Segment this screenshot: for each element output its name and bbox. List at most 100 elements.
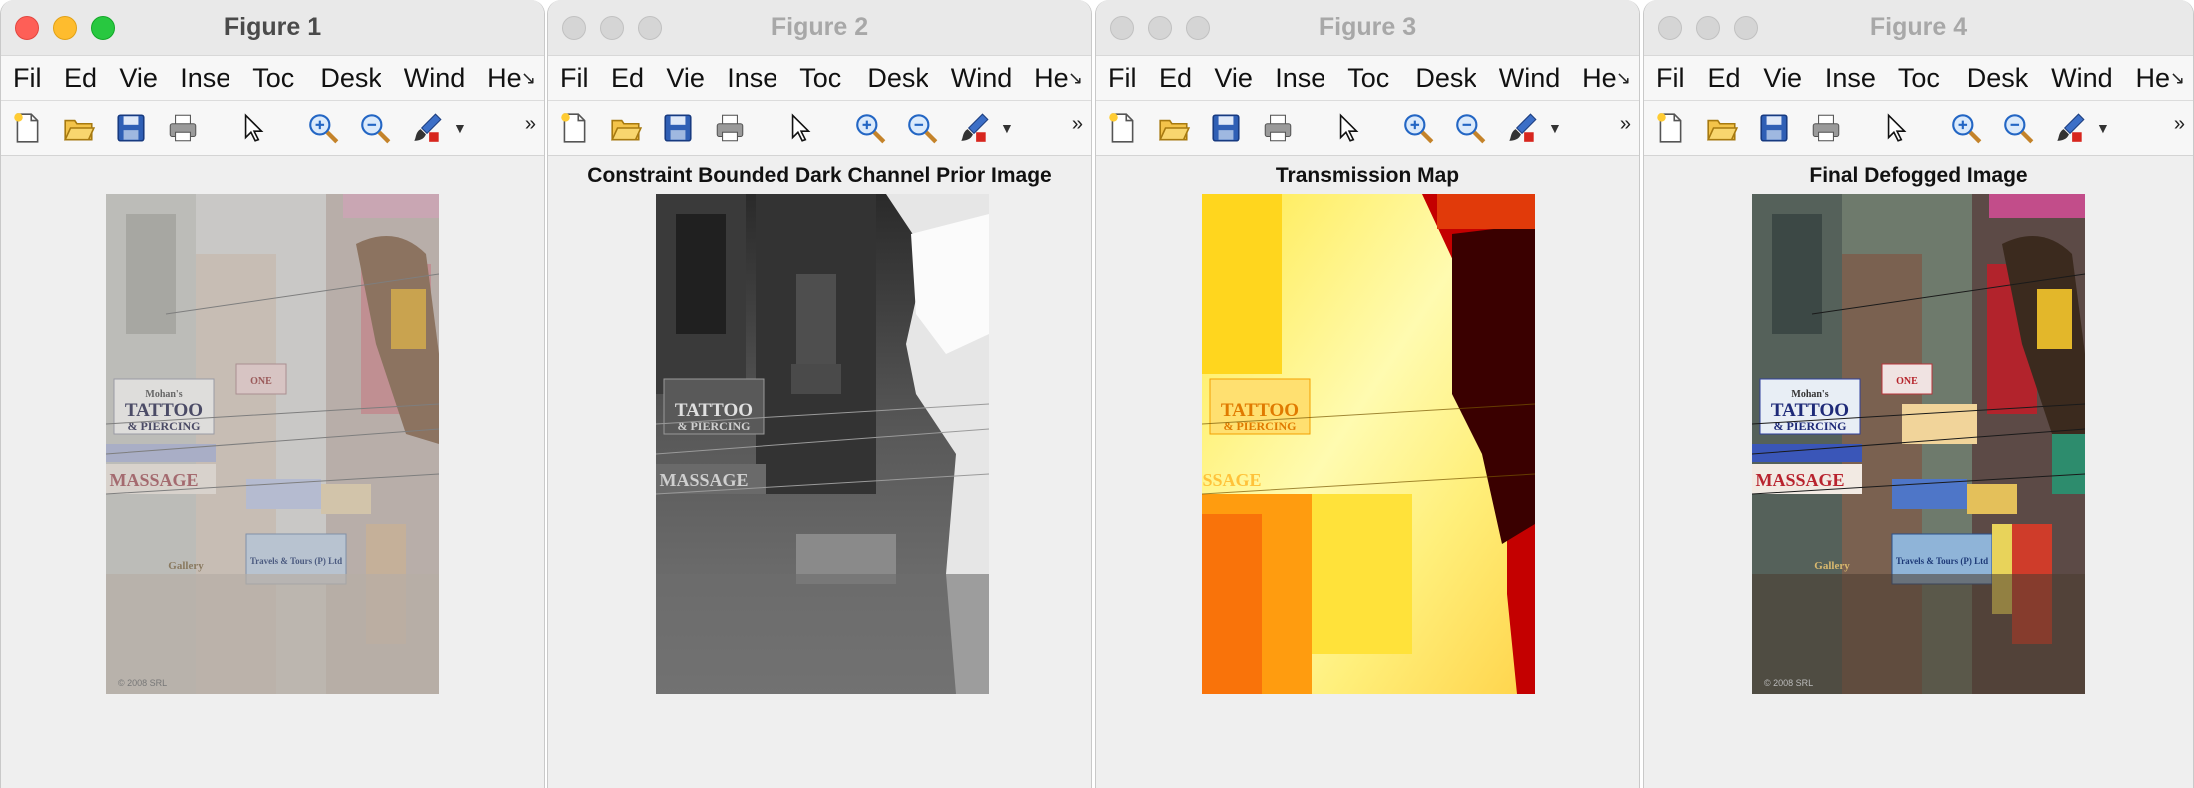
menu-insert[interactable]: Inse [1275, 63, 1324, 94]
menu-file[interactable]: Fil [560, 63, 588, 94]
menu-overflow-icon[interactable]: ↘ [1616, 68, 1631, 89]
menu-tools[interactable]: Toc [252, 63, 297, 94]
toolbar-overflow-icon[interactable]: » [1072, 113, 1083, 136]
zoom-in-icon[interactable] [852, 110, 888, 146]
open-folder-icon[interactable] [61, 110, 97, 146]
print-icon[interactable] [1808, 110, 1844, 146]
figure-axes-area: Final Defogged Image Mohan's TATTOO & PI… [1644, 156, 2193, 788]
print-icon[interactable] [1260, 110, 1296, 146]
title-bar[interactable]: Figure 2 [548, 0, 1091, 56]
menu-tools[interactable]: Toc [1898, 63, 1944, 94]
title-bar[interactable]: Figure 1 [1, 0, 544, 56]
pointer-icon[interactable] [1878, 110, 1914, 146]
menu-view[interactable]: Vie [666, 63, 704, 94]
svg-text:Travels & Tours (P) Ltd: Travels & Tours (P) Ltd [1896, 556, 1988, 566]
menu-file[interactable]: Fil [1108, 63, 1136, 94]
toolbar: ▼ » [1644, 101, 2193, 156]
sign-travels: Travels & Tours (P) Ltd [250, 556, 342, 566]
print-icon[interactable] [165, 110, 201, 146]
chevron-down-icon[interactable]: ▼ [1548, 120, 1562, 136]
menu-overflow-icon[interactable]: ↘ [2170, 68, 2185, 89]
menu-overflow-icon[interactable]: ↘ [1068, 68, 1083, 89]
menu-help[interactable]: He [487, 63, 521, 94]
save-icon[interactable] [1208, 110, 1244, 146]
menu-edit[interactable]: Ed [1159, 63, 1191, 94]
menu-insert[interactable]: Inse [1825, 63, 1875, 94]
sign-piercing: & PIERCING [127, 419, 200, 433]
new-file-icon[interactable] [556, 110, 592, 146]
open-folder-icon[interactable] [608, 110, 644, 146]
zoom-out-icon[interactable] [1452, 110, 1488, 146]
pointer-icon[interactable] [782, 110, 818, 146]
menu-insert[interactable]: Inse [180, 63, 229, 94]
zoom-out-icon[interactable] [904, 110, 940, 146]
zoom-out-icon[interactable] [2000, 110, 2036, 146]
menu-help[interactable]: He [2136, 63, 2170, 94]
window-title: Figure 1 [223, 13, 322, 41]
menu-insert[interactable]: Inse [727, 63, 776, 94]
menu-bar: Fil Ed Vie Inse Toc Desk Wind He ↘ [1644, 56, 2193, 101]
title-bar[interactable]: Figure 4 [1644, 0, 2193, 56]
brush-icon[interactable] [1504, 110, 1540, 146]
menu-tools[interactable]: Toc [799, 63, 844, 94]
menu-bar: Fil Ed Vie Inse Toc Desk Wind He ↘ [1, 56, 544, 101]
brush-icon[interactable] [956, 110, 992, 146]
toolbar-overflow-icon[interactable]: » [1620, 113, 1631, 136]
menu-bar: Fil Ed Vie Inse Toc Desk Wind He ↘ [1096, 56, 1639, 101]
plot-title: Constraint Bounded Dark Channel Prior Im… [587, 164, 1052, 187]
menu-file[interactable]: Fil [13, 63, 41, 94]
open-folder-icon[interactable] [1156, 110, 1192, 146]
pointer-icon[interactable] [235, 110, 271, 146]
svg-text:ONE: ONE [1896, 376, 1918, 387]
open-folder-icon[interactable] [1704, 110, 1740, 146]
chevron-down-icon[interactable]: ▼ [2096, 120, 2110, 136]
menu-window[interactable]: Wind [1499, 63, 1559, 94]
menu-desktop[interactable]: Desk [867, 63, 927, 94]
menu-desktop[interactable]: Desk [320, 63, 380, 94]
menu-tools[interactable]: Toc [1347, 63, 1392, 94]
toolbar-overflow-icon[interactable]: » [525, 113, 536, 136]
menu-view[interactable]: Vie [1214, 63, 1252, 94]
zoom-in-icon[interactable] [1948, 110, 1984, 146]
toolbar: ▼ » [1, 101, 544, 156]
menu-file[interactable]: Fil [1656, 63, 1684, 94]
menu-overflow-icon[interactable]: ↘ [521, 68, 536, 89]
title-bar[interactable]: Figure 3 [1096, 0, 1639, 56]
sign-mohans: Mohan's [145, 389, 182, 400]
menu-help[interactable]: He [1582, 63, 1616, 94]
brush-icon[interactable] [2052, 110, 2088, 146]
menu-window[interactable]: Wind [951, 63, 1011, 94]
pointer-icon[interactable] [1330, 110, 1366, 146]
menu-desktop[interactable]: Desk [1415, 63, 1475, 94]
zoom-in-icon[interactable] [305, 110, 341, 146]
new-file-icon[interactable] [1104, 110, 1140, 146]
menu-view[interactable]: Vie [1763, 63, 1801, 94]
toolbar-overflow-icon[interactable]: » [2174, 113, 2185, 136]
new-file-icon[interactable] [9, 110, 45, 146]
save-icon[interactable] [1756, 110, 1792, 146]
menu-edit[interactable]: Ed [611, 63, 643, 94]
menu-help[interactable]: He [1034, 63, 1068, 94]
new-file-icon[interactable] [1652, 110, 1688, 146]
brush-icon[interactable] [409, 110, 445, 146]
save-icon[interactable] [113, 110, 149, 146]
sign-one: ONE [250, 376, 272, 387]
transmission-map-image: TATTOO & PIERCING SSAGE [1202, 194, 1535, 694]
figure-window-3: Figure 3 Fil Ed Vie Inse Toc Desk Wind H… [1095, 0, 1640, 788]
zoom-in-icon[interactable] [1400, 110, 1436, 146]
menu-view[interactable]: Vie [119, 63, 157, 94]
svg-text:TATTOO: TATTOO [675, 400, 753, 421]
menu-window[interactable]: Wind [2051, 63, 2112, 94]
menu-edit[interactable]: Ed [64, 63, 96, 94]
menu-desktop[interactable]: Desk [1967, 63, 2028, 94]
zoom-out-icon[interactable] [357, 110, 393, 146]
save-icon[interactable] [660, 110, 696, 146]
menu-edit[interactable]: Ed [1707, 63, 1740, 94]
svg-text:& PIERCING: & PIERCING [677, 419, 750, 433]
figure-window-1: Figure 1 Fil Ed Vie Inse Toc Desk Wind H… [0, 0, 545, 788]
print-icon[interactable] [712, 110, 748, 146]
chevron-down-icon[interactable]: ▼ [1000, 120, 1014, 136]
chevron-down-icon[interactable]: ▼ [453, 120, 467, 136]
toolbar: ▼ » [548, 101, 1091, 156]
menu-window[interactable]: Wind [404, 63, 464, 94]
